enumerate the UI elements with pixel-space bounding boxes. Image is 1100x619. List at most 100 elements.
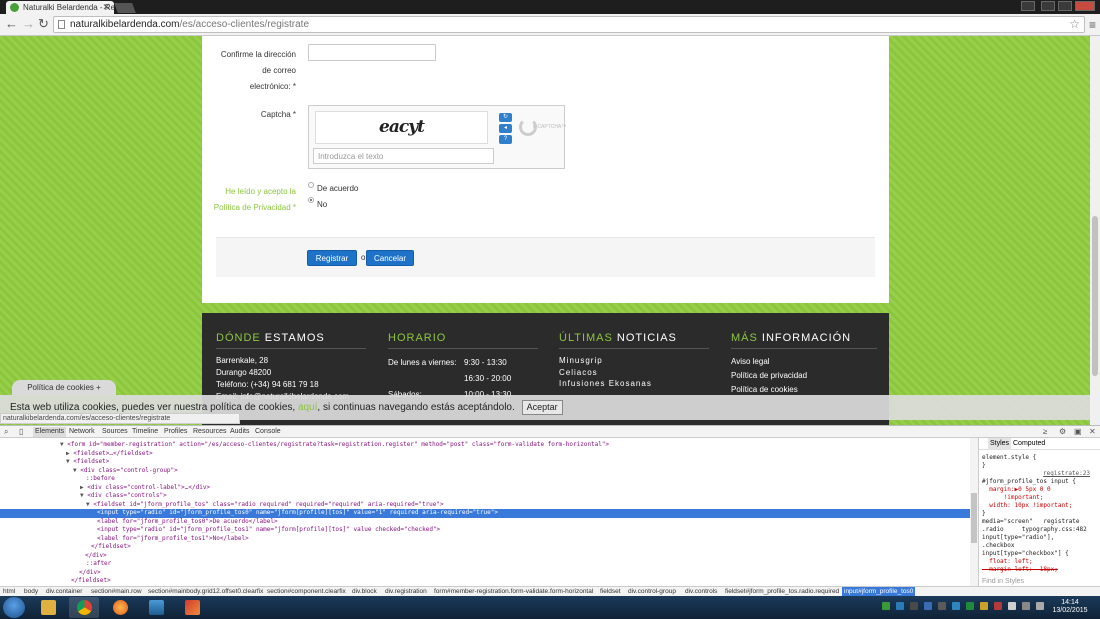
devtools-tab-elements[interactable]: Elements <box>33 427 67 437</box>
devtools-tab-sources[interactable]: Sources <box>102 427 128 437</box>
dom-node-text: ::after <box>86 560 111 569</box>
dom-node-text: </div> <box>85 552 107 561</box>
register-button[interactable]: Registrar <box>307 250 357 266</box>
or-text: o <box>361 253 366 262</box>
console-drawer-icon[interactable]: ≥ <box>1043 427 1047 437</box>
dom-node-text: ▼ <fieldset id="jform_profile_tos" class… <box>86 501 444 510</box>
dom-tree-scrollbar-thumb[interactable] <box>971 493 977 543</box>
dom-node-markup: </div> <box>79 568 101 576</box>
dom-node-text: <label for="jform_profile_tos1">No</labe… <box>97 535 249 544</box>
tools-icon <box>185 600 200 615</box>
user-icon[interactable] <box>1021 1 1035 11</box>
taskbar-explorer[interactable] <box>33 597 63 618</box>
confirm-email-field[interactable] <box>308 44 436 61</box>
devtools-tab-timeline[interactable]: Timeline <box>132 427 158 437</box>
styles-tabs: Styles Computed <box>979 438 1100 450</box>
start-button[interactable] <box>3 597 25 618</box>
page-scrollbar[interactable] <box>1090 36 1100 425</box>
tray-app-icon[interactable] <box>966 602 974 610</box>
browser-menu-icon[interactable]: ≡ <box>1089 18 1096 32</box>
forward-icon[interactable]: → <box>22 17 35 31</box>
bookmark-star-icon[interactable]: ☆ <box>1069 17 1080 32</box>
hours-weekday-label: De lunes a viernes: <box>388 358 457 367</box>
taskbar-tools-app[interactable] <box>177 597 207 618</box>
cookie-policy-tab[interactable]: Política de cookies + <box>12 380 116 395</box>
reload-icon[interactable]: ↻ <box>38 17 49 31</box>
devtools-tab-resources[interactable]: Resources <box>193 427 226 437</box>
info-link[interactable]: Política de privacidad <box>731 370 807 381</box>
tray-cloud-icon[interactable] <box>896 602 904 610</box>
tray-app-icon[interactable] <box>952 602 960 610</box>
captcha-input[interactable]: Introduzca el texto <box>313 148 494 164</box>
tray-security-icon[interactable] <box>924 602 932 610</box>
address-bar[interactable]: naturalkibelardenda.com/es/acceso-client… <box>53 16 1085 33</box>
dom-node-markup: <label for="jform_profile_tos1">No</labe… <box>97 534 249 542</box>
dock-icon[interactable]: ▣ <box>1074 427 1082 437</box>
cookie-accept-button[interactable]: Aceptar <box>521 399 563 415</box>
dom-node-markup: <label for="jform_profile_tos0">De acuer… <box>97 517 278 525</box>
devtools-tab-audits[interactable]: Audits <box>230 427 249 437</box>
chrome-icon <box>77 600 92 615</box>
tray-app-icon[interactable] <box>938 602 946 610</box>
device-mode-icon[interactable]: ▯ <box>19 427 23 437</box>
news-link[interactable]: Celiacos <box>559 367 598 378</box>
back-icon[interactable]: ← <box>5 17 18 31</box>
new-tab-button[interactable] <box>114 3 136 13</box>
devtools-tab-network[interactable]: Network <box>69 427 95 437</box>
devtools-tab-profiles[interactable]: Profiles <box>164 427 187 437</box>
tray-app-icon[interactable] <box>1008 602 1016 610</box>
taskbar-clock[interactable]: 14:14 13/02/2015 <box>1052 599 1088 615</box>
tos-radio-agree[interactable] <box>308 182 314 188</box>
inspect-icon[interactable]: ⌕ <box>4 427 8 437</box>
settings-gear-icon[interactable]: ⚙ <box>1059 427 1066 437</box>
dom-node-line[interactable]: </fieldset> <box>0 577 970 586</box>
captcha-help-icon[interactable]: ? <box>499 135 512 144</box>
styles-tab[interactable]: Styles <box>988 438 1012 450</box>
page-scrollbar-thumb[interactable] <box>1092 216 1098 376</box>
taskbar-network-app[interactable] <box>141 597 171 618</box>
cancel-button[interactable]: Cancelar <box>366 250 414 266</box>
tray-app-icon[interactable] <box>980 602 988 610</box>
devtools-tab-console[interactable]: Console <box>255 427 281 437</box>
taskbar-chrome[interactable] <box>69 597 99 618</box>
info-link[interactable]: Aviso legal <box>731 356 770 367</box>
tray-volume-icon[interactable] <box>1036 602 1044 610</box>
tab-close-icon[interactable]: ✕ <box>102 1 110 14</box>
captcha-audio-icon[interactable]: ◂ <box>499 124 512 133</box>
taskbar-firefox[interactable] <box>105 597 135 618</box>
browser-tab[interactable]: Naturalki Belardenda - Re ✕ <box>6 1 114 14</box>
close-window-icon[interactable] <box>1075 1 1095 11</box>
tos-agree-label[interactable]: De acuerdo <box>317 184 358 193</box>
style-rule-line[interactable]: registrate:23 <box>1043 470 1090 478</box>
tos-no-label[interactable]: No <box>317 200 327 209</box>
maximize-icon[interactable] <box>1058 1 1072 11</box>
tos-radio-no[interactable] <box>308 197 314 203</box>
news-link[interactable]: Infusiones Ekosanas <box>559 378 652 389</box>
tray-app-icon[interactable] <box>910 602 918 610</box>
style-rule-line: } <box>982 462 986 469</box>
style-rule-line: } <box>982 510 986 517</box>
dom-node-markup: <fieldset> <box>73 458 110 465</box>
dom-node-markup: <fieldset>…</fieldset> <box>73 449 153 457</box>
devtools-close-icon[interactable]: ✕ <box>1089 427 1096 437</box>
cookie-policy-link[interactable]: aquí <box>298 402 317 413</box>
captcha-refresh-icon[interactable]: ↻ <box>499 113 512 122</box>
tray-app-icon[interactable] <box>994 602 1002 610</box>
news-link[interactable]: Minusgrip <box>559 355 603 366</box>
info-link[interactable]: Política de cookies <box>731 384 798 395</box>
heading-highlight: DÓNDE <box>216 332 261 344</box>
find-in-styles-input[interactable]: Find in Styles <box>982 577 1024 586</box>
minimize-icon[interactable] <box>1041 1 1055 11</box>
computed-tab[interactable]: Computed <box>1013 438 1045 450</box>
cookie-text-after: , si continuas navegando estás aceptándo… <box>317 402 515 413</box>
dom-node-text: </fieldset> <box>91 543 131 552</box>
tray-drive-icon[interactable] <box>882 602 890 610</box>
dom-tree-scrollbar[interactable] <box>970 438 978 586</box>
devtools-toolbar: ⌕ ▯ Elements Network Sources Timeline Pr… <box>0 426 1100 438</box>
dom-node-markup: <div class="control-label">…</div> <box>87 483 211 491</box>
footer-news-heading: ÚLTIMAS NOTICIAS <box>559 332 677 344</box>
heading-rest: ESTAMOS <box>264 332 325 344</box>
tray-network-icon[interactable] <box>1022 602 1030 610</box>
dom-node-text: ▶ <div class="control-label">…</div> <box>80 484 210 493</box>
heading-highlight: ÚLTIMAS <box>559 332 613 344</box>
